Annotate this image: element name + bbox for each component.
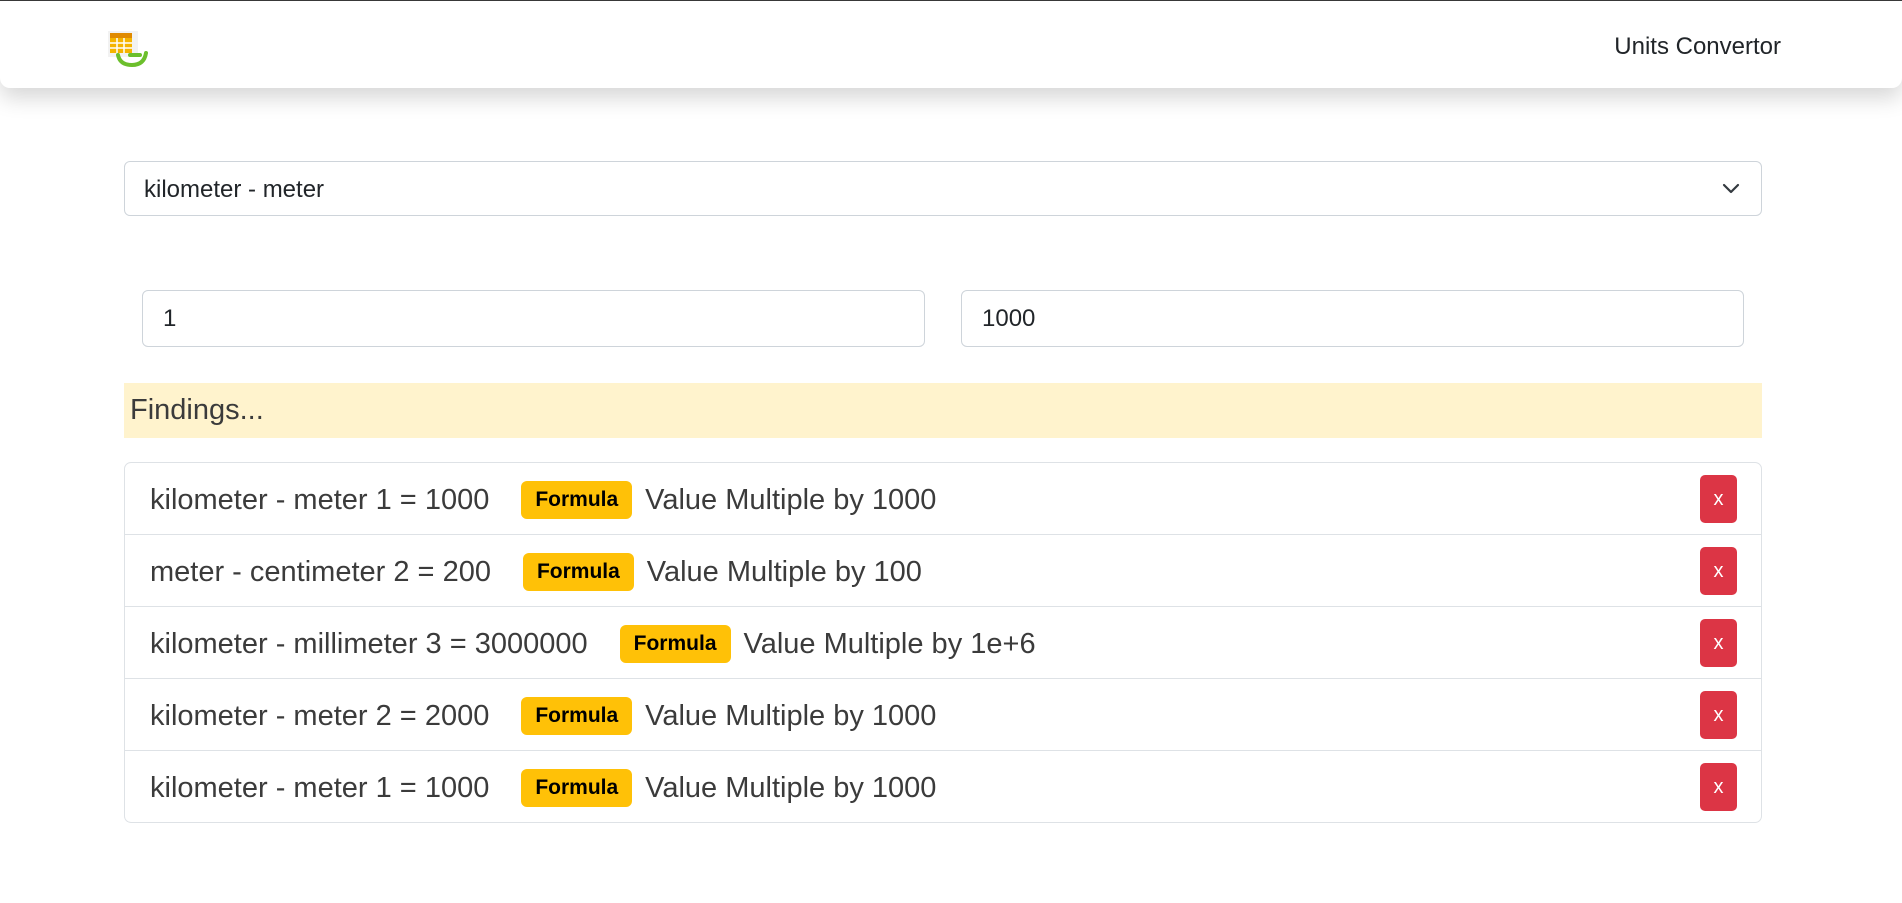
formula-badge: Formula [521, 481, 633, 519]
finding-content: kilometer - meter 1 = 1000 Formula Value… [150, 769, 936, 807]
finding-input: 2 [393, 556, 410, 588]
finding-formula: Value Multiple by 1000 [645, 772, 937, 804]
finding-conversion: meter - centimeter [150, 556, 386, 588]
finding-input: 2 [375, 700, 392, 732]
finding-result: 200 [442, 556, 491, 588]
finding-result: 3000000 [474, 628, 588, 660]
finding-conversion: kilometer - meter [150, 484, 368, 516]
finding-input: 1 [375, 484, 392, 516]
formula-badge: Formula [521, 769, 633, 807]
delete-finding-button[interactable]: x [1700, 475, 1737, 523]
to-value-input[interactable] [961, 290, 1744, 347]
from-value-input[interactable] [142, 290, 925, 347]
formula-badge: Formula [619, 625, 731, 663]
finding-conversion: kilometer - meter [150, 700, 368, 732]
navbar: Units Convertor [0, 1, 1902, 88]
delete-finding-button[interactable]: x [1700, 619, 1737, 667]
conversion-select[interactable]: kilometer - meter [124, 161, 1762, 216]
list-item: kilometer - millimeter 3 = 3000000 Formu… [125, 606, 1761, 678]
chevron-down-icon [1722, 183, 1740, 194]
finding-formula: Value Multiple by 100 [646, 556, 922, 588]
delete-finding-button[interactable]: x [1700, 763, 1737, 811]
finding-result: 1000 [424, 484, 490, 516]
list-item: meter - centimeter 2 = 200 Formula Value… [125, 534, 1761, 606]
units-convertor-link[interactable]: Units Convertor [1614, 32, 1781, 62]
finding-content: meter - centimeter 2 = 200 Formula Value… [150, 553, 922, 591]
formula-badge: Formula [521, 697, 633, 735]
conversion-select-value: kilometer - meter [144, 176, 325, 203]
finding-input: 3 [425, 628, 442, 660]
finding-content: kilometer - meter 2 = 2000 Formula Value… [150, 697, 936, 735]
finding-formula: Value Multiple by 1000 [645, 700, 937, 732]
main-content: kilometer - meter Findings... kilometer … [124, 161, 1762, 823]
finding-conversion: kilometer - millimeter [150, 628, 418, 660]
findings-list: kilometer - meter 1 = 1000 Formula Value… [124, 462, 1762, 823]
finding-content: kilometer - millimeter 3 = 3000000 Formu… [150, 625, 1036, 663]
app-logo-icon[interactable] [106, 29, 150, 67]
findings-title: Findings... [130, 394, 264, 426]
list-item: kilometer - meter 1 = 1000 Formula Value… [125, 463, 1761, 534]
conversion-inputs-row [142, 290, 1744, 347]
findings-header: Findings... [124, 383, 1762, 438]
finding-formula: Value Multiple by 1000 [645, 484, 937, 516]
finding-result: 2000 [424, 700, 490, 732]
list-item: kilometer - meter 2 = 2000 Formula Value… [125, 678, 1761, 750]
delete-finding-button[interactable]: x [1700, 691, 1737, 739]
finding-conversion: kilometer - meter [150, 772, 368, 804]
finding-result: 1000 [424, 772, 490, 804]
finding-formula: Value Multiple by 1e+6 [743, 628, 1036, 660]
delete-finding-button[interactable]: x [1700, 547, 1737, 595]
formula-badge: Formula [522, 553, 634, 591]
list-item: kilometer - meter 1 = 1000 Formula Value… [125, 750, 1761, 822]
finding-input: 1 [375, 772, 392, 804]
finding-content: kilometer - meter 1 = 1000 Formula Value… [150, 481, 936, 519]
